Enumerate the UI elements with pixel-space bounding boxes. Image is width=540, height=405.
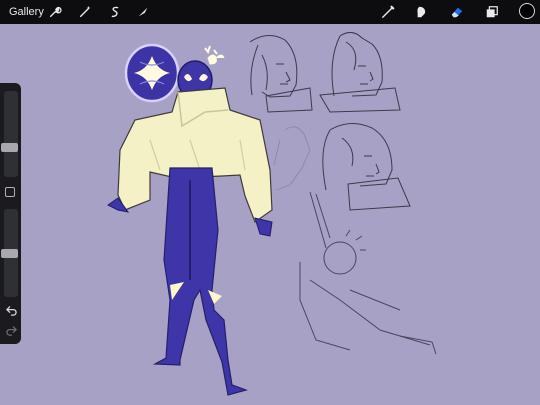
layers-icon[interactable] [483, 3, 501, 21]
smudge-icon[interactable] [413, 3, 431, 21]
top-toolbar: Gallery [0, 0, 540, 24]
character-legs [152, 167, 248, 396]
procreate-app: Gallery [0, 0, 540, 405]
arm-sketch [299, 191, 437, 355]
redo-icon[interactable] [4, 323, 18, 337]
emblem-sketch [124, 43, 180, 103]
color-swatch[interactable] [519, 3, 535, 19]
actions-icon[interactable] [46, 3, 64, 21]
opacity-handle[interactable] [1, 248, 18, 258]
opacity-slider[interactable] [1, 209, 18, 297]
brush-icon[interactable] [379, 3, 397, 21]
gallery-button[interactable]: Gallery [9, 0, 44, 24]
brush-size-slider[interactable] [1, 91, 18, 177]
transform-icon[interactable] [134, 3, 152, 21]
adjustments-icon[interactable] [76, 3, 94, 21]
face-sketch-2 [319, 32, 401, 113]
faint-sketch [273, 126, 311, 191]
face-sketch-1 [249, 35, 313, 113]
drawing-canvas[interactable] [0, 24, 540, 405]
left-sidebar [0, 83, 21, 344]
modify-button[interactable] [5, 187, 15, 197]
undo-icon[interactable] [4, 303, 18, 317]
face-sketch-3 [322, 123, 411, 211]
eraser-icon[interactable] [448, 3, 466, 21]
brush-size-handle[interactable] [1, 143, 18, 153]
selection-icon[interactable] [106, 3, 124, 21]
